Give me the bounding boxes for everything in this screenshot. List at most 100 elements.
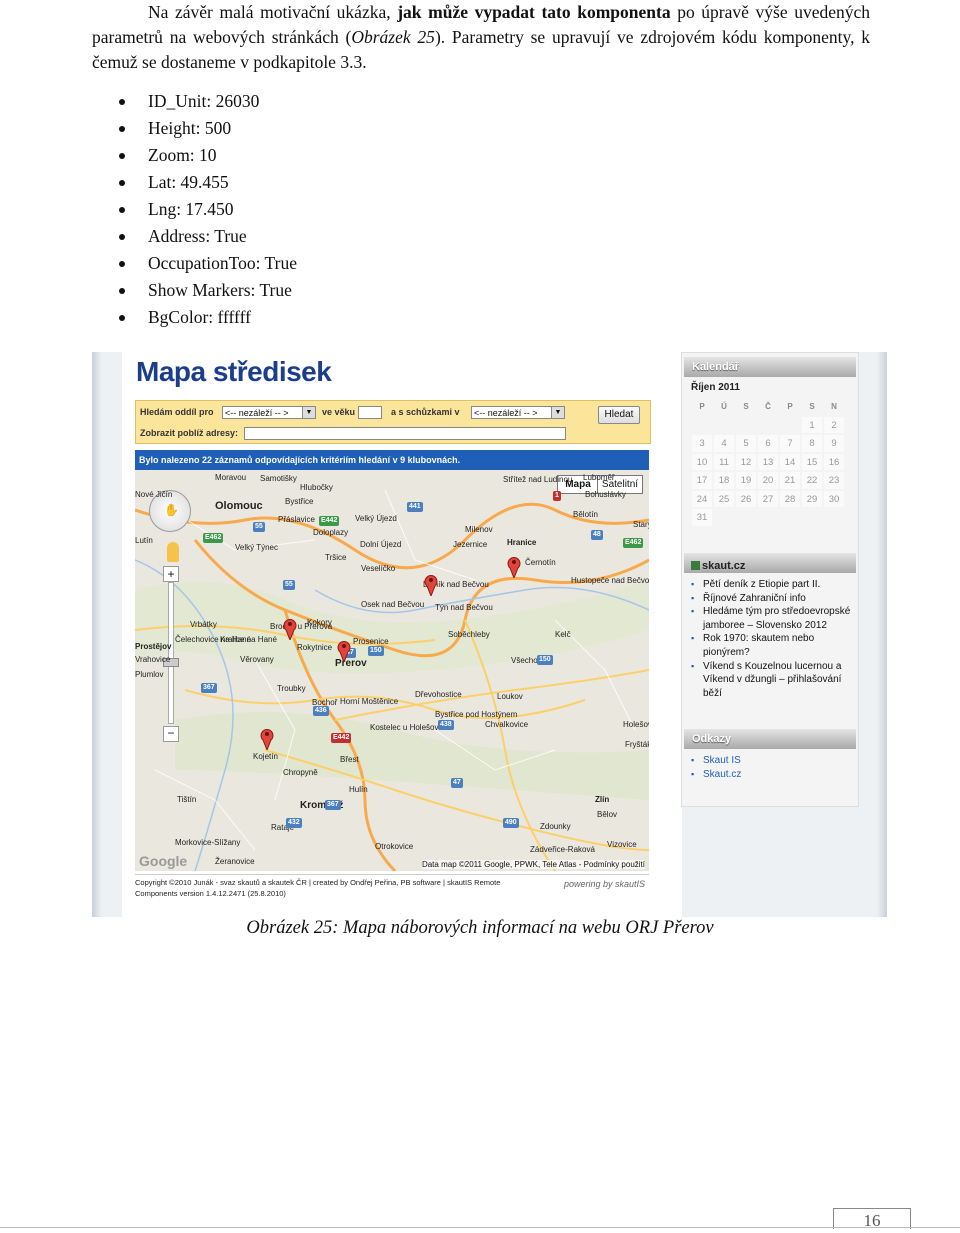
map-town: Otrokovice xyxy=(375,842,414,851)
age-input[interactable] xyxy=(358,406,382,419)
skaut-logo[interactable]: skaut.cz xyxy=(691,560,745,572)
address-input[interactable] xyxy=(244,427,566,440)
map-town: Plumlov xyxy=(135,670,164,679)
map-town: Moravou xyxy=(215,473,247,482)
calendar-day[interactable]: 31 xyxy=(691,508,713,527)
google-map[interactable]: Mapa Satelitní ✋ + − Moravou Samotišky H… xyxy=(135,470,649,871)
link-skaut-cz[interactable]: Skaut.cz xyxy=(703,769,741,780)
calendar-day[interactable]: 15 xyxy=(801,452,823,471)
map-town: Veselíčko xyxy=(361,564,396,573)
map-marker[interactable] xyxy=(283,618,297,640)
calendar-day-header: N xyxy=(823,397,845,416)
news-link[interactable]: Víkend s Kouzelnou lucernou a Víkend v d… xyxy=(703,661,841,699)
meeting-day-select[interactable]: <-- nezáleží -- > ▼ xyxy=(471,406,565,419)
calendar-day[interactable]: 4 xyxy=(713,434,735,453)
calendar-day[interactable]: 9 xyxy=(823,434,845,453)
news-item[interactable]: Hledáme tým pro středoevropské jamboree … xyxy=(691,605,858,632)
zoom-slider[interactable]: + − xyxy=(163,566,179,742)
zoom-track[interactable] xyxy=(168,582,174,724)
search-button[interactable]: Hledat xyxy=(598,406,640,424)
calendar-day[interactable]: 17 xyxy=(691,471,713,490)
zoom-out-icon[interactable]: − xyxy=(163,726,179,742)
calendar-day[interactable]: 6 xyxy=(757,434,779,453)
road-shield: 432 xyxy=(286,818,302,828)
calendar-day[interactable]: 7 xyxy=(779,434,801,453)
calendar-day[interactable]: 18 xyxy=(713,471,735,490)
road-shield: E442 xyxy=(319,516,340,526)
pegman-icon[interactable] xyxy=(167,542,179,562)
news-item[interactable]: Říjnové Zahraniční info xyxy=(691,592,858,606)
calendar-day[interactable]: 28 xyxy=(779,489,801,508)
news-link[interactable]: Říjnové Zahraniční info xyxy=(703,593,806,604)
map-town: Zádveřice-Raková xyxy=(530,845,595,854)
calendar-empty-cell xyxy=(801,508,823,527)
road-shield: E462 xyxy=(203,533,224,543)
map-town: Starý xyxy=(633,520,649,529)
odkazy-header: Odkazy xyxy=(684,729,856,749)
map-town: Hranice xyxy=(507,538,537,547)
calendar-day[interactable]: 11 xyxy=(713,452,735,471)
calendar-day[interactable]: 23 xyxy=(823,471,845,490)
map-copyright[interactable]: Data map ©2011 Google, PPWK, Tele Atlas … xyxy=(421,860,645,869)
calendar-day[interactable]: 24 xyxy=(691,489,713,508)
news-link[interactable]: Hledáme tým pro středoevropské jamboree … xyxy=(703,606,850,631)
map-marker[interactable] xyxy=(260,728,274,750)
calendar-empty-cell xyxy=(691,415,713,434)
calendar-day[interactable]: 14 xyxy=(779,452,801,471)
news-item[interactable]: Pětí deník z Etiopie part II. xyxy=(691,578,858,592)
calendar-day[interactable]: 26 xyxy=(735,489,757,508)
calendar-day[interactable]: 22 xyxy=(801,471,823,490)
zoom-in-icon[interactable]: + xyxy=(163,566,179,582)
map-town: Loukov xyxy=(497,692,523,701)
map-town: Bystřice pod Hostýnem xyxy=(435,710,518,719)
calendar-day[interactable]: 2 xyxy=(823,415,845,434)
calendar-header: Kalendář xyxy=(684,357,856,377)
calendar-day[interactable]: 13 xyxy=(757,452,779,471)
figure-reference[interactable]: Obrázek 25 xyxy=(351,27,435,47)
news-item[interactable]: Víkend s Kouzelnou lucernou a Víkend v d… xyxy=(691,660,858,701)
link-item[interactable]: Skaut.cz xyxy=(691,768,741,782)
age-group-select[interactable]: <-- nezáleží -- > ▼ xyxy=(222,406,316,419)
calendar-day[interactable]: 16 xyxy=(823,452,845,471)
calendar-day-header: Č xyxy=(757,397,779,416)
parameter-list: ID_Unit: 26030 Height: 500 Zoom: 10 Lat:… xyxy=(92,88,297,331)
calendar-day[interactable]: 3 xyxy=(691,434,713,453)
calendar-day[interactable]: 19 xyxy=(735,471,757,490)
calendar-day[interactable]: 27 xyxy=(757,489,779,508)
map-town: Samotišky xyxy=(260,474,297,483)
map-town: Bělov xyxy=(597,810,618,819)
news-item[interactable]: Rok 1970: skautem nebo pionýrem? xyxy=(691,632,858,659)
road-shield: 441 xyxy=(407,502,423,512)
link-item[interactable]: Skaut IS xyxy=(691,754,741,768)
calendar-day[interactable]: 20 xyxy=(757,471,779,490)
search-label-hledam: Hledám oddíl pro xyxy=(140,407,214,417)
chevron-down-icon: ▼ xyxy=(551,407,564,418)
link-skaut-is[interactable]: Skaut IS xyxy=(703,755,741,766)
map-town: Věrovany xyxy=(240,655,274,664)
odkazy-list: Skaut IS Skaut.cz xyxy=(691,754,741,781)
map-town: Kojetín xyxy=(253,752,278,761)
age-group-select-value: <-- nezáleží -- > xyxy=(225,408,289,418)
road-shield: 490 xyxy=(503,818,519,828)
main-content: Mapa středisek Hledám oddíl pro <-- nezá… xyxy=(122,352,682,917)
page-number: 16 xyxy=(833,1208,911,1230)
map-town: Kralice na Hané xyxy=(220,635,277,644)
calendar-day[interactable]: 25 xyxy=(713,489,735,508)
map-town: Bělotín xyxy=(573,510,598,519)
calendar-day[interactable]: 21 xyxy=(779,471,801,490)
calendar-day[interactable]: 1 xyxy=(801,415,823,434)
calendar-day[interactable]: 10 xyxy=(691,452,713,471)
calendar-day[interactable]: 29 xyxy=(801,489,823,508)
map-marker[interactable] xyxy=(337,640,351,662)
news-link[interactable]: Pětí deník z Etiopie part II. xyxy=(703,579,820,590)
road-shield: 55 xyxy=(253,522,265,532)
map-town: Milenov xyxy=(465,525,493,534)
calendar-day[interactable]: 8 xyxy=(801,434,823,453)
calendar-day[interactable]: 5 xyxy=(735,434,757,453)
map-marker[interactable] xyxy=(424,574,438,596)
news-link[interactable]: Rok 1970: skautem nebo pionýrem? xyxy=(703,633,814,658)
intro-text-1: Na závěr malá motivační ukázka, xyxy=(148,2,398,22)
calendar-day[interactable]: 12 xyxy=(735,452,757,471)
calendar-day[interactable]: 30 xyxy=(823,489,845,508)
map-marker[interactable] xyxy=(507,556,521,578)
